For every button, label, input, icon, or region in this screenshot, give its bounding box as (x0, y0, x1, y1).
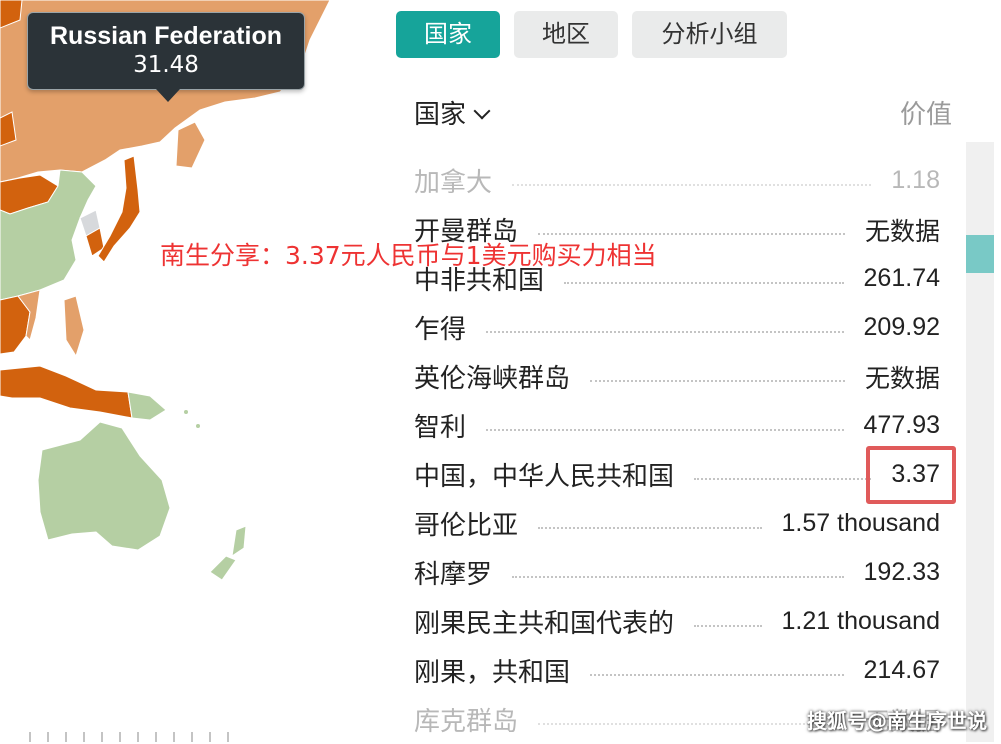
tooltip-value: 31.48 (133, 52, 199, 78)
list-item[interactable]: 刚果，共和国 214.67 (414, 646, 940, 695)
country-name: 中国，中华人民共和国 (414, 462, 675, 492)
dotted-leader (538, 526, 762, 529)
map-region-philippines[interactable] (63, 295, 85, 358)
dotted-leader (486, 330, 844, 333)
country-value: 无数据 (864, 364, 940, 393)
list-header: 国家 价值 (414, 90, 954, 134)
dotted-leader (590, 673, 844, 676)
country-name: 哥伦比亚 (414, 511, 519, 541)
map-canvas[interactable] (0, 0, 400, 742)
country-value: 209.92 (863, 313, 940, 341)
country-name: 加拿大 (414, 168, 493, 198)
country-name: 乍得 (414, 315, 467, 345)
highlight-box (866, 446, 956, 504)
country-value: 1.18 (891, 166, 940, 194)
list-item[interactable]: 科摩罗 192.33 (414, 548, 940, 597)
map-region-new-zealand[interactable] (231, 525, 247, 558)
list-item[interactable]: 加拿大 1.18 (414, 156, 940, 205)
map-island[interactable] (184, 410, 188, 414)
country-name: 英伦海峡群岛 (414, 364, 571, 394)
country-column-label: 国家 (414, 100, 467, 130)
country-value: 214.67 (863, 656, 940, 684)
value-column-label[interactable]: 价值 (900, 94, 952, 131)
list-item[interactable]: 哥伦比亚 1.57 thousand (414, 499, 940, 548)
map-region-japan[interactable] (97, 155, 141, 263)
map-region-kamchatka[interactable] (175, 121, 206, 169)
list-item[interactable]: 乍得 209.92 (414, 303, 940, 352)
dotted-leader (538, 232, 845, 235)
dotted-leader (694, 477, 872, 480)
map-island[interactable] (196, 424, 200, 428)
country-name: 刚果民主共和国代表的 (414, 609, 675, 639)
map-region-new-zealand-south[interactable] (209, 555, 237, 581)
watermark: 搜狐号@南生序世说 (807, 709, 987, 733)
country-value: 477.93 (863, 411, 940, 439)
tab-country[interactable]: 国家 (396, 11, 500, 58)
country-name: 智利 (414, 413, 467, 443)
dotted-leader (512, 183, 872, 186)
dotted-leader (512, 575, 844, 578)
list-scrollbar-thumb[interactable] (966, 235, 994, 273)
dotted-leader (538, 722, 845, 725)
dotted-leader (590, 379, 845, 382)
country-value: 1.57 thousand (781, 509, 940, 537)
dotted-leader (694, 624, 762, 627)
annotation-text: 南生分享：3.37元人民币与1美元购买力相当 (160, 241, 657, 270)
country-name: 刚果，共和国 (414, 658, 571, 688)
chevron-down-icon (473, 102, 491, 120)
country-value: 无数据 (864, 217, 940, 246)
country-name: 科摩罗 (414, 560, 493, 590)
list-item[interactable]: 智利 477.93 (414, 401, 940, 450)
dotted-leader (564, 281, 844, 284)
list-item[interactable]: 英伦海峡群岛 无数据 (414, 352, 940, 401)
map-region-indonesia[interactable] (0, 365, 133, 419)
country-value: 1.21 thousand (781, 607, 940, 635)
tooltip-arrow (156, 89, 180, 102)
map-scale-ticks (29, 732, 229, 742)
country-value: 261.74 (863, 264, 940, 292)
country-name: 库克群岛 (414, 707, 519, 737)
tab-analytical-group[interactable]: 分析小组 (632, 11, 787, 58)
map-region-australia[interactable] (37, 421, 171, 551)
dotted-leader (486, 428, 844, 431)
list-item[interactable]: 中国，中华人民共和国 3.37 (414, 450, 940, 499)
tab-region[interactable]: 地区 (514, 11, 618, 58)
list-item[interactable]: 刚果民主共和国代表的 1.21 thousand (414, 597, 940, 646)
tooltip-country-name: Russian Federation (50, 22, 282, 50)
map-region-papua[interactable] (127, 391, 167, 421)
world-map[interactable]: Russian Federation 31.48 (0, 0, 400, 742)
list-scrollbar-track[interactable] (966, 142, 994, 742)
sort-by-country-button[interactable]: 国家 (414, 94, 491, 131)
map-tooltip: Russian Federation 31.48 (27, 12, 305, 102)
country-value: 192.33 (863, 558, 940, 586)
